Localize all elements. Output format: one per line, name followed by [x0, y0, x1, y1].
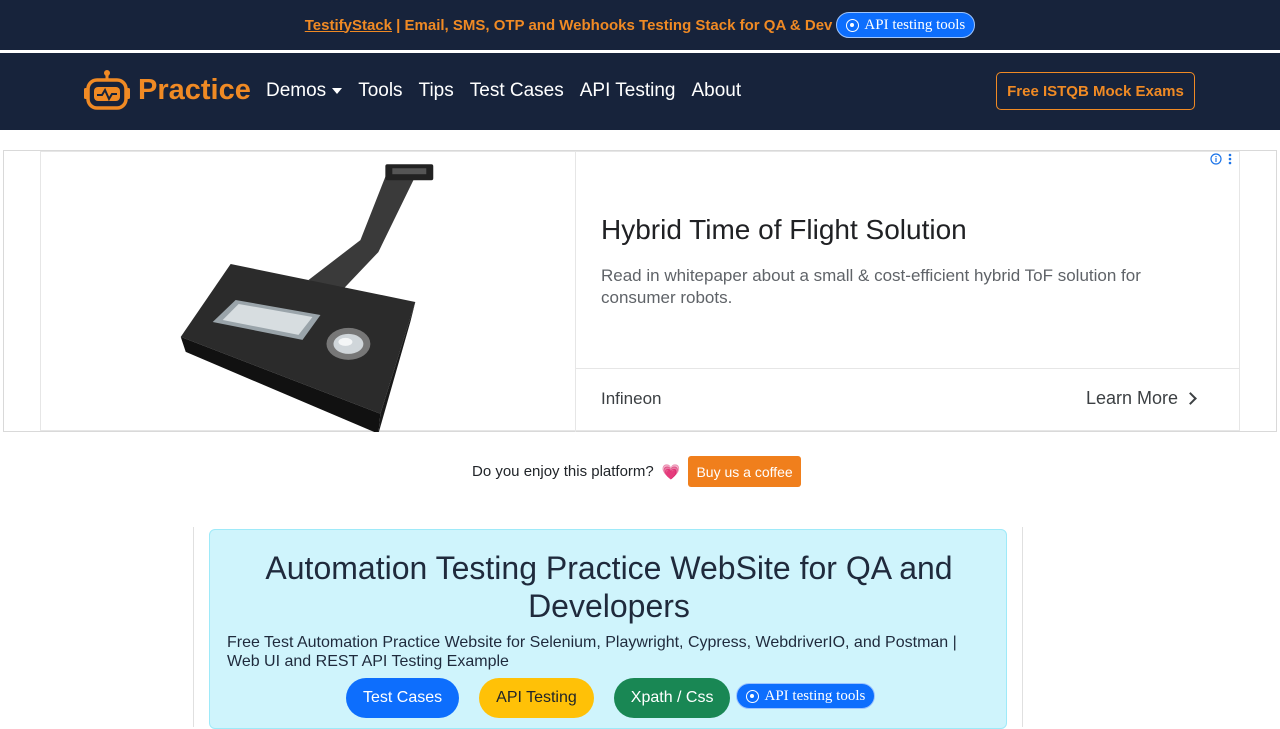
ad-advertiser[interactable]: Infineon — [601, 389, 662, 409]
api-testing-button[interactable]: API Testing — [479, 678, 594, 718]
nav-item-api-testing[interactable]: API Testing — [580, 80, 676, 102]
hero-buttons: Test Cases API Testing Xpath / Css API t… — [346, 678, 876, 718]
support-row: Do you enjoy this platform? 💗 Buy us a c… — [472, 456, 801, 487]
kebab-menu-icon[interactable] — [1228, 153, 1232, 165]
navbar: Practice Demos Tools Tips Test Cases API… — [0, 53, 1280, 130]
ad-choices[interactable] — [1210, 153, 1232, 165]
promo-text[interactable]: | Email, SMS, OTP and Webhooks Testing S… — [392, 17, 832, 34]
api-tools-label: API testing tools — [864, 16, 966, 33]
caret-down-icon — [332, 88, 343, 94]
hero-subtitle: Free Test Automation Practice Website fo… — [227, 634, 957, 670]
promo-link[interactable]: TestifyStack | Email, SMS, OTP and Webho… — [305, 17, 833, 34]
hero-api-tools-button[interactable]: API testing tools — [736, 683, 876, 709]
istqb-mock-exams-button[interactable]: Free ISTQB Mock Exams — [996, 72, 1195, 110]
hero-alert: Automation Testing Practice WebSite for … — [209, 529, 1007, 729]
robot-logo-icon — [84, 70, 130, 110]
heart-icon: 💗 — [661, 463, 681, 481]
info-icon[interactable] — [1210, 153, 1222, 165]
xpath-css-button[interactable]: Xpath / Css — [613, 678, 731, 718]
ad-separator — [576, 368, 1240, 369]
nav-menu: Demos Tools Tips Test Cases API Testing … — [266, 80, 741, 102]
site-logo[interactable]: Practice — [84, 68, 251, 112]
promo-brand[interactable]: TestifyStack — [305, 17, 392, 34]
circle-icon — [746, 689, 760, 703]
ad-learn-more-button[interactable]: Learn More — [1086, 388, 1197, 409]
logo-text: Practice — [138, 73, 251, 106]
nav-item-tips[interactable]: Tips — [419, 80, 454, 102]
ad-title[interactable]: Hybrid Time of Flight Solution — [601, 214, 967, 246]
test-cases-button[interactable]: Test Cases — [346, 678, 460, 718]
ad-banner[interactable]: Hybrid Time of Flight Solution Read in w… — [40, 151, 1240, 432]
promo-bar: TestifyStack | Email, SMS, OTP and Webho… — [0, 0, 1280, 50]
nav-item-label: Demos — [266, 80, 327, 101]
nav-item-about[interactable]: About — [692, 80, 742, 102]
nav-item-demos[interactable]: Demos — [266, 80, 343, 102]
api-tools-button[interactable]: API testing tools — [836, 12, 976, 38]
hero-title: Automation Testing Practice WebSite for … — [265, 550, 953, 624]
ad-description[interactable]: Read in whitepaper about a small & cost-… — [601, 265, 1201, 309]
buy-coffee-button[interactable]: Buy us a coffee — [688, 456, 801, 487]
ad-product-image[interactable] — [41, 152, 576, 432]
nav-item-tools[interactable]: Tools — [358, 80, 402, 102]
ad-learn-more-label: Learn More — [1086, 388, 1179, 408]
support-text: Do you enjoy this platform? — [472, 463, 654, 480]
chevron-right-icon — [1184, 392, 1197, 405]
nav-item-test-cases[interactable]: Test Cases — [470, 80, 564, 102]
hero-api-tools-label: API testing tools — [764, 687, 866, 704]
circle-icon — [846, 18, 860, 32]
